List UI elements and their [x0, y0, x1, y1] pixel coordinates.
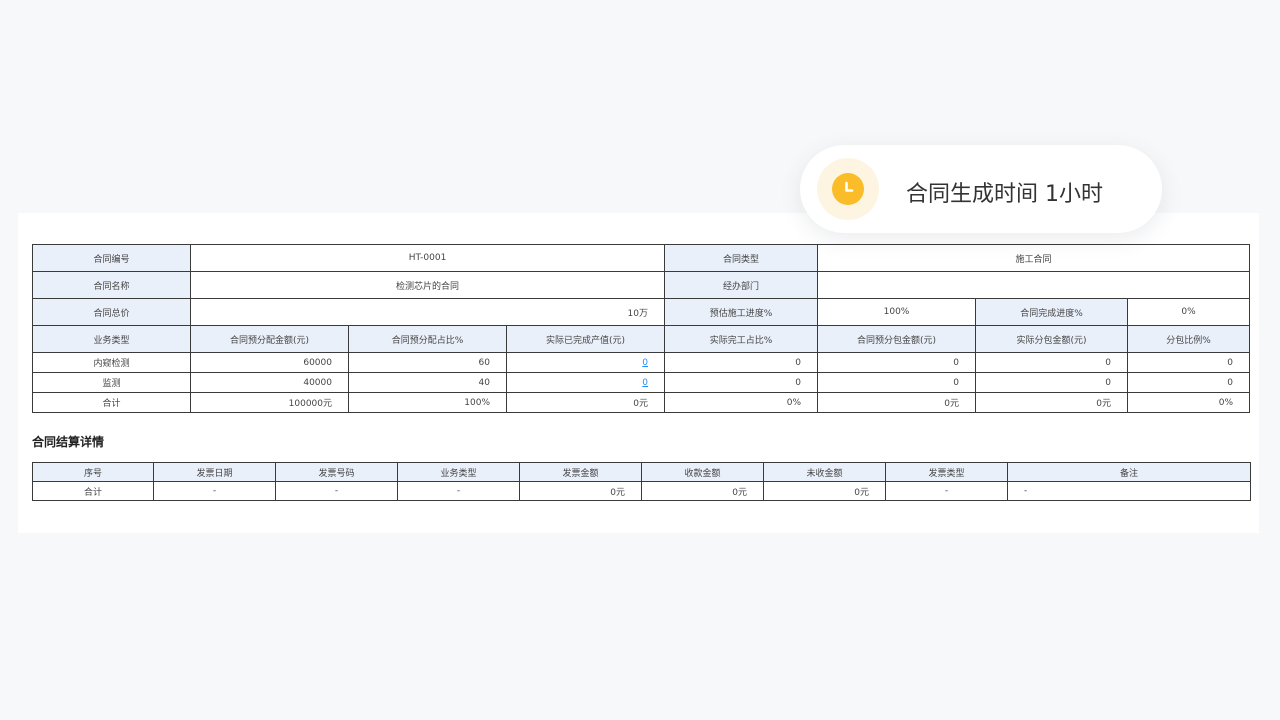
- settlement-header-row: 序号 发票日期 发票号码 业务类型 发票金额 收款金额 未收金额 发票类型 备注: [32, 462, 1251, 482]
- column-header: 实际分包金额(元): [975, 325, 1128, 353]
- total-alloc-ratio-cell: 100%: [348, 392, 507, 413]
- invoice-no-cell: -: [275, 481, 398, 501]
- alloc-ratio-cell: 40: [348, 372, 507, 393]
- department-value: [816, 271, 1251, 299]
- column-header: 实际已完成产值(元): [506, 325, 665, 353]
- contract-name-row: 合同名称 检测芯片的合同 经办部门: [32, 271, 1251, 299]
- column-header: 合同预分包金额(元): [817, 325, 976, 353]
- contract-total-row: 合同总价 10万 预估施工进度% 100% 合同完成进度% 0%: [32, 298, 1251, 326]
- contract-total-value: 10万: [190, 298, 665, 326]
- column-header: 收款金额: [641, 462, 764, 482]
- actual-sub-amount-cell: 0: [975, 352, 1128, 373]
- column-header: 备注: [1007, 462, 1251, 482]
- table-row: 内窥检测 60000 60 0 0 0 0 0: [32, 352, 1251, 373]
- actual-output-cell: 0: [506, 352, 665, 373]
- total-row: 合计 100000元 100% 0元 0% 0元 0元 0%: [32, 392, 1251, 413]
- total-alloc-amount-cell: 100000元: [190, 392, 349, 413]
- alloc-amount-cell: 40000: [190, 372, 349, 393]
- pre-sub-amount-cell: 0: [817, 352, 976, 373]
- column-header: 发票金额: [519, 462, 642, 482]
- invoice-date-cell: -: [153, 481, 276, 501]
- unreceived-amount-cell: 0元: [763, 481, 886, 501]
- contract-id-value: HT-0001: [190, 244, 665, 272]
- sub-ratio-cell: 0: [1126, 352, 1251, 373]
- generation-time-message: 合同生成时间 1小时: [906, 182, 1103, 207]
- column-header: 实际完工占比%: [664, 325, 818, 353]
- actual-sub-amount-cell: 0: [975, 372, 1128, 393]
- alloc-amount-cell: 60000: [190, 352, 349, 373]
- business-type-cell: 监测: [32, 372, 191, 393]
- business-type-cell: 内窥检测: [32, 352, 191, 373]
- contract-id-row: 合同编号 HT-0001 合同类型 施工合同: [32, 244, 1251, 272]
- completion-ratio-cell: 0: [664, 352, 818, 373]
- column-header: 未收金额: [763, 462, 886, 482]
- total-label-cell: 合计: [32, 392, 191, 413]
- completion-ratio-cell: 0: [664, 372, 818, 393]
- column-header: 合同预分配占比%: [348, 325, 507, 353]
- remark-cell: -: [1007, 481, 1251, 501]
- alloc-ratio-cell: 60: [348, 352, 507, 373]
- column-header: 发票类型: [885, 462, 1008, 482]
- contract-name-value: 检测芯片的合同: [190, 271, 665, 299]
- settlement-section-title: 合同结算详情: [32, 435, 105, 449]
- department-label: 经办部门: [664, 271, 818, 299]
- column-header: 序号: [32, 462, 154, 482]
- business-type-cell: -: [397, 481, 520, 501]
- actual-output-cell: 0: [506, 372, 665, 393]
- contract-name-label: 合同名称: [32, 271, 191, 299]
- total-completion-ratio-cell: 0%: [664, 392, 818, 413]
- contract-id-label: 合同编号: [32, 244, 191, 272]
- clock-icon-badge: [817, 158, 879, 220]
- received-amount-cell: 0元: [641, 481, 764, 501]
- completion-progress-value: 0%: [1126, 298, 1251, 326]
- total-actual-sub-amount-cell: 0元: [975, 392, 1128, 413]
- settlement-total-row: 合计 - - - 0元 0元 0元 - -: [32, 481, 1251, 501]
- total-actual-output-cell: 0元: [506, 392, 665, 413]
- column-header: 业务类型: [32, 325, 191, 353]
- actual-output-link[interactable]: 0: [642, 378, 648, 388]
- contract-type-value: 施工合同: [816, 244, 1251, 272]
- allocation-header-row: 业务类型 合同预分配金额(元) 合同预分配占比% 实际已完成产值(元) 实际完工…: [32, 325, 1251, 353]
- invoice-amount-cell: 0元: [519, 481, 642, 501]
- column-header: 合同预分配金额(元): [190, 325, 349, 353]
- pre-sub-amount-cell: 0: [817, 372, 976, 393]
- sub-ratio-cell: 0: [1126, 372, 1251, 393]
- index-cell: 合计: [32, 481, 154, 501]
- clock-hands: [845, 181, 854, 192]
- actual-output-link[interactable]: 0: [642, 358, 648, 368]
- contract-detail-panel: 合同编号 HT-0001 合同类型 施工合同 合同名称 检测芯片的合同 经办部门…: [18, 213, 1259, 533]
- invoice-type-cell: -: [885, 481, 1008, 501]
- construction-progress-label: 预估施工进度%: [664, 298, 818, 326]
- total-pre-sub-amount-cell: 0元: [817, 392, 976, 413]
- contract-total-label: 合同总价: [32, 298, 191, 326]
- settlement-table: 序号 发票日期 发票号码 业务类型 发票金额 收款金额 未收金额 发票类型 备注…: [32, 462, 1251, 501]
- completion-progress-label: 合同完成进度%: [975, 298, 1128, 326]
- table-row: 监测 40000 40 0 0 0 0 0: [32, 372, 1251, 393]
- column-header: 分包比例%: [1126, 325, 1251, 353]
- generation-time-toast: 合同生成时间 1小时: [800, 145, 1162, 233]
- construction-progress-value: 100%: [817, 298, 976, 326]
- column-header: 业务类型: [397, 462, 520, 482]
- column-header: 发票号码: [275, 462, 398, 482]
- contract-type-label: 合同类型: [664, 244, 818, 272]
- clock-icon: [832, 173, 864, 205]
- total-sub-ratio-cell: 0%: [1126, 392, 1251, 413]
- contract-info-table: 合同编号 HT-0001 合同类型 施工合同 合同名称 检测芯片的合同 经办部门…: [32, 244, 1251, 413]
- column-header: 发票日期: [153, 462, 276, 482]
